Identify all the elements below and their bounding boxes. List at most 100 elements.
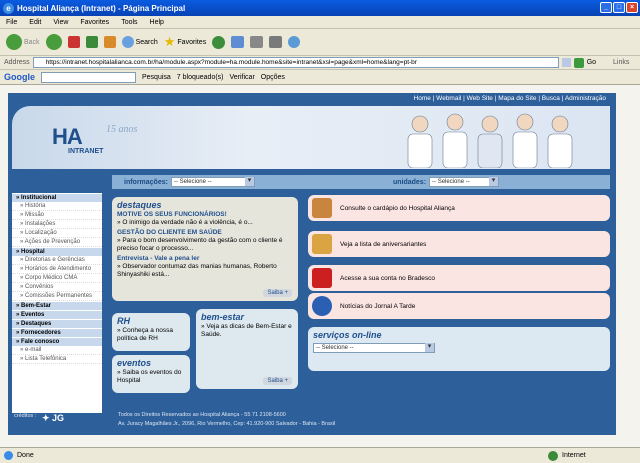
google-verificar[interactable]: Verificar	[230, 74, 255, 81]
sidebar-item[interactable]: » Diretorias e Gerências	[12, 256, 102, 265]
sidebar-item[interactable]: » Lista Telefônica	[12, 355, 102, 364]
cardapio-card[interactable]: Consulte o cardápio do Hospital Aliança	[308, 195, 610, 221]
destaque-heading-3[interactable]: Entrevista - Vale a pena ler	[112, 255, 298, 263]
destaque-heading-1[interactable]: MOTIVE OS SEUS FUNCIONÁRIOS!	[112, 211, 298, 219]
toolbar: Back Search ★ Favorites	[0, 29, 640, 56]
bradesco-link[interactable]: Acesse a sua conta no Bradesco	[340, 275, 435, 282]
bemestar-saiba-mais-button[interactable]: Saiba +	[263, 377, 292, 385]
history-icon[interactable]	[212, 35, 226, 49]
go-button[interactable]: Go	[587, 59, 596, 66]
header-banner: HA 15 anos INTRANET	[12, 106, 610, 169]
bradesco-card[interactable]: Acesse a sua conta no Bradesco	[308, 265, 610, 291]
star-icon: ★	[163, 34, 176, 49]
destaque-text-2[interactable]: » Para o bom desenvolvimento da gestão c…	[112, 237, 298, 253]
menu-file[interactable]: File	[6, 19, 17, 26]
rh-text[interactable]: » Conheça a nossa política de RH	[112, 327, 190, 343]
destaques-saiba-mais-button[interactable]: Saiba +	[263, 289, 292, 297]
newspaper-icon	[312, 296, 332, 316]
rh-card: RH » Conheça a nossa política de RH	[112, 313, 190, 351]
stop-icon[interactable]	[67, 36, 80, 48]
menu-edit[interactable]: Edit	[29, 19, 41, 26]
sidebar-item[interactable]: » História	[12, 202, 102, 211]
footer-rights: Todos os Direitos Reservados ao Hospital…	[118, 412, 286, 418]
sidebar-item[interactable]: » Localização	[12, 229, 102, 238]
edit-icon[interactable]	[269, 36, 283, 48]
sidebar-item[interactable]: » Hospital	[12, 247, 102, 256]
page-icon	[4, 451, 13, 460]
messenger-icon[interactable]	[288, 36, 301, 48]
search-label: Search	[135, 38, 158, 46]
sidebar-item[interactable]: » Comissões Permanentes	[12, 292, 102, 301]
menu-view[interactable]: View	[53, 19, 68, 26]
sidebar-item[interactable]: » Missão	[12, 211, 102, 220]
sidebar: » Institucional» História» Missão» Insta…	[12, 193, 102, 413]
bemestar-text[interactable]: » Veja as dicas de Bem-Estar e Saúde.	[196, 323, 298, 339]
informacoes-select[interactable]: -- Selecione --	[170, 177, 255, 187]
google-logo[interactable]: Google	[4, 72, 35, 82]
unidades-select[interactable]: -- Selecione --	[429, 177, 500, 187]
sidebar-item[interactable]: » Destaques	[12, 319, 102, 328]
forward-arrow-icon[interactable]	[45, 34, 62, 50]
sidebar-item[interactable]: » e-mail	[12, 346, 102, 355]
google-search-input[interactable]	[41, 71, 136, 83]
unidades-label: unidades:	[392, 178, 427, 186]
cardapio-link[interactable]: Consulte o cardápio do Hospital Aliança	[340, 205, 455, 212]
destaque-heading-2[interactable]: GESTÃO DO CLIENTE EM SAÚDE	[112, 229, 298, 237]
footer-address: Av. Juracy Magalhães Jr., 2096, Rio Verm…	[118, 421, 336, 427]
aniversariantes-card[interactable]: Veja a lista de aniversariantes	[308, 231, 610, 257]
creditos-label: créditos :	[14, 413, 37, 419]
servicos-select[interactable]: -- Selecione --	[313, 343, 435, 353]
destaque-text-1[interactable]: » O inimigo da verdade não é a violência…	[112, 219, 298, 227]
maximize-button[interactable]: □	[613, 2, 625, 13]
address-dropdown-icon[interactable]	[561, 58, 571, 67]
staff-illustration	[407, 113, 573, 168]
google-bloqueados[interactable]: 7 bloqueado(s)	[177, 74, 224, 81]
sidebar-item[interactable]: » Corpo Médico CMA	[12, 274, 102, 283]
sidebar-item[interactable]: » Fale conosco	[12, 337, 102, 346]
sidebar-item[interactable]: » Eventos	[12, 310, 102, 319]
menu-tools[interactable]: Tools	[121, 19, 137, 26]
google-pesquisa-button[interactable]: Pesquisa	[142, 74, 171, 81]
info-bar: informações: -- Selecione -- unidades: -…	[112, 175, 610, 189]
sidebar-item[interactable]: » Horários de Atendimento	[12, 265, 102, 274]
go-arrow-icon[interactable]	[573, 57, 584, 68]
home-icon[interactable]	[103, 36, 116, 48]
print-icon[interactable]	[250, 36, 264, 48]
back-button[interactable]: Back	[6, 34, 40, 50]
mail-icon[interactable]	[231, 36, 245, 48]
refresh-icon[interactable]	[85, 36, 98, 48]
window-controls: _ □ ×	[600, 2, 638, 13]
destaque-text-3[interactable]: » Observador contumaz das manias humanas…	[112, 263, 298, 279]
intranet-label: INTRANET	[68, 148, 104, 155]
bemestar-title: bem-estar	[201, 312, 245, 322]
sidebar-item[interactable]: » Fornecedores	[12, 328, 102, 337]
address-bar: Address https://intranet.hospitalalianca…	[0, 56, 640, 70]
cake-icon	[312, 234, 332, 254]
jornal-card[interactable]: Notícias do Jornal A Tarde	[308, 293, 610, 319]
eventos-card: eventos » Saiba os eventos do Hospital	[112, 355, 190, 393]
eventos-text[interactable]: » Saiba os eventos do Hospital	[112, 369, 190, 385]
jornal-link[interactable]: Notícias do Jornal A Tarde	[340, 303, 415, 310]
sidebar-item[interactable]: » Bem-Estar	[12, 301, 102, 310]
links-label[interactable]: Links	[613, 59, 629, 66]
servicos-title: serviços on-line	[313, 330, 382, 340]
close-button[interactable]: ×	[626, 2, 638, 13]
informacoes-label: informações:	[124, 178, 168, 186]
aniversariantes-link[interactable]: Veja a lista de aniversariantes	[340, 241, 426, 248]
window-titlebar: e Hospital Aliança (Intranet) - Página P…	[0, 0, 640, 16]
menu-help[interactable]: Help	[150, 19, 164, 26]
sidebar-item[interactable]: » Convênios	[12, 283, 102, 292]
back-label: Back	[24, 38, 40, 46]
sidebar-item[interactable]: » Institucional	[12, 193, 102, 202]
search-button[interactable]: Search	[121, 36, 158, 48]
servicos-card: serviços on-line -- Selecione --	[308, 327, 610, 371]
address-input[interactable]: https://intranet.hospitalalianca.com.br/…	[32, 57, 559, 68]
menu-favorites[interactable]: Favorites	[80, 19, 109, 26]
rh-title: RH	[117, 316, 130, 326]
sidebar-item[interactable]: » Ações de Prevenção	[12, 238, 102, 247]
minimize-button[interactable]: _	[600, 2, 612, 13]
google-opcoes[interactable]: Opções	[261, 74, 285, 81]
favorites-button[interactable]: ★ Favorites	[164, 34, 206, 50]
sidebar-item[interactable]: » Instalações	[12, 220, 102, 229]
top-navigation[interactable]: Home | Webmail | Web Site | Mapa do Site…	[414, 95, 606, 102]
